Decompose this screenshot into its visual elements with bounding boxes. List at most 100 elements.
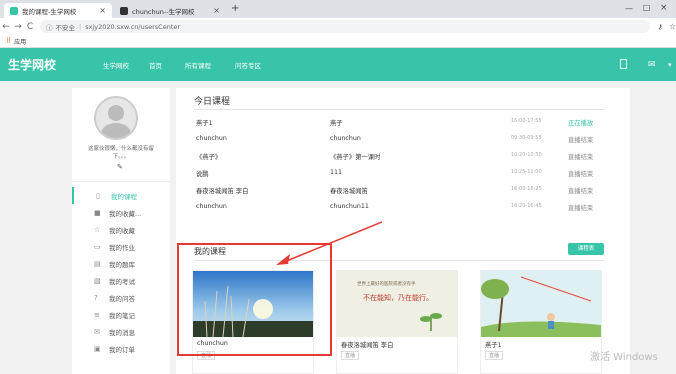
- close-window-icon[interactable]: ×: [660, 3, 668, 13]
- sidebar-item-my-courses[interactable]: ▯ 我的课程: [72, 187, 170, 204]
- menu-icon[interactable]: ▾: [668, 61, 672, 69]
- sidebar-item-label: 我的课程: [111, 192, 137, 201]
- edit-icon[interactable]: ✎: [117, 163, 123, 171]
- site-logo[interactable]: 生学网校: [8, 56, 56, 73]
- info-icon[interactable]: ⓘ: [46, 22, 53, 32]
- close-tab-icon[interactable]: ×: [99, 6, 106, 15]
- bookmark-star-icon[interactable]: ☆: [669, 22, 676, 31]
- plant-icon: [420, 313, 442, 331]
- exam-icon: ▧: [94, 276, 101, 285]
- nav-home[interactable]: 首页: [149, 60, 162, 70]
- maximize-icon[interactable]: □: [643, 3, 651, 12]
- order-icon: ▣: [94, 344, 101, 353]
- browser-tab-1[interactable]: 我的课程-生学网校 ×: [4, 3, 112, 18]
- lesson-time: 16:00-17:55: [511, 118, 542, 124]
- lesson-time: 09:30-09:55: [511, 135, 542, 141]
- lesson-name: 《燕子》第一课时: [330, 154, 381, 161]
- course-name: 《燕子》: [196, 154, 222, 161]
- course-card[interactable]: 世界上最好的医院或者没有手 不在能知，乃在能行。 春夜洛城闻笛 李白 直播: [336, 270, 458, 374]
- lesson-time: 16:20-16:45: [511, 203, 542, 209]
- activation-watermark: 激活 Windows: [590, 352, 658, 363]
- sidebar-item-label: 我的收藏...: [109, 209, 142, 218]
- status-badge: 直播结束: [568, 154, 594, 161]
- nav-home-brand[interactable]: 生学网校: [103, 60, 129, 70]
- status-badge: 直播结束: [568, 205, 594, 212]
- sidebar-item-label: 我的订单: [109, 345, 135, 354]
- apps-icon[interactable]: ⠿: [6, 37, 11, 45]
- close-tab-icon[interactable]: ×: [213, 6, 220, 15]
- reload-button[interactable]: C: [24, 22, 36, 32]
- status-badge: 直播结束: [568, 137, 594, 144]
- security-label: 不安全: [55, 23, 76, 32]
- course-card-title: 燕子1: [485, 342, 502, 349]
- avatar[interactable]: [94, 96, 138, 140]
- schedule-button[interactable]: 课程表: [568, 243, 604, 255]
- divider: [194, 109, 604, 110]
- course-name: 春夜洛城闻笛 李白: [196, 188, 249, 195]
- course-name: chunchun: [196, 203, 227, 210]
- message-icon[interactable]: ✉: [648, 60, 656, 70]
- site-favicon-icon: [120, 6, 128, 15]
- star-icon: ☆: [94, 225, 101, 234]
- book-icon: ▯: [96, 191, 100, 200]
- lesson-name: 燕子: [330, 120, 343, 127]
- url-input[interactable]: ⓘ 不安全 | sxjy2020.sxw.cn/usersCenter: [40, 20, 650, 33]
- sidebar-item-homework[interactable]: ▭ 我的作业: [72, 238, 170, 255]
- sidebar-item-exams[interactable]: ▧ 我的考试: [72, 272, 170, 289]
- folder-icon: ■: [94, 208, 101, 217]
- mail-icon: ✉: [94, 327, 100, 336]
- sidebar-item-label: 我的消息: [109, 328, 135, 337]
- sidebar-item-orders[interactable]: ▣ 我的订单: [72, 340, 170, 357]
- lesson-name: chunchun: [330, 135, 361, 142]
- today-row[interactable]: 春夜洛城闻笛 李白 春夜洛城闻笛 16:00-16:25 直播结束: [194, 182, 604, 198]
- sidebar-item-qa[interactable]: ? 我的问答: [72, 289, 170, 306]
- sidebar-item-my-folder[interactable]: ■ 我的收藏...: [72, 204, 170, 221]
- sidebar-item-question-bank[interactable]: ▤ 我的题库: [72, 255, 170, 272]
- user-bio: 这家伙很懒，什么都没有留下。。。: [87, 146, 154, 160]
- sidebar-item-favorites[interactable]: ☆ 我的收藏: [72, 221, 170, 238]
- status-badge: 直播结束: [568, 171, 594, 178]
- back-button[interactable]: ←: [0, 22, 12, 32]
- course-card[interactable]: 燕子1 直播: [480, 270, 602, 374]
- sidebar-item-label: 我的收藏: [109, 226, 135, 235]
- today-row[interactable]: 说鹏 111 10:25-11:00 直播结束: [194, 165, 604, 181]
- key-icon[interactable]: ⚷: [658, 23, 663, 31]
- today-row[interactable]: chunchun chunchun 09:30-09:55 直播结束: [194, 131, 604, 147]
- tab-title: 我的课程-生学网校: [22, 7, 77, 16]
- thumbnail-text: 世界上最好的医院或者没有手: [357, 282, 416, 287]
- course-name: chunchun: [196, 135, 227, 142]
- lesson-name: 111: [330, 169, 343, 176]
- lesson-time: 10:25-11:00: [511, 169, 542, 175]
- mobile-icon[interactable]: [620, 59, 627, 69]
- user-silhouette-icon: [101, 105, 131, 138]
- divider: [72, 181, 170, 182]
- course-thumbnail: 世界上最好的医院或者没有手 不在能知，乃在能行。: [337, 271, 457, 337]
- course-card-title: 春夜洛城闻笛 李白: [341, 342, 394, 349]
- browser-tab-2[interactable]: chunchun--生学网校 ×: [114, 3, 226, 18]
- sidebar-item-notes[interactable]: ≡ 我的笔记: [72, 306, 170, 323]
- annotation-arrow-icon: [276, 221, 383, 265]
- sidebar-item-messages[interactable]: ✉ 我的消息: [72, 323, 170, 340]
- minimize-icon[interactable]: —: [625, 4, 633, 13]
- today-row[interactable]: 《燕子》 《燕子》第一课时 10:20-10:50 直播结束: [194, 148, 604, 164]
- today-courses-title: 今日课程: [194, 97, 231, 107]
- lesson-name: chunchun11: [330, 203, 369, 210]
- status-badge[interactable]: 正在播放: [568, 118, 593, 127]
- nav-qa[interactable]: 问答专区: [235, 60, 261, 70]
- lesson-time: 16:00-16:25: [511, 186, 542, 192]
- question-icon: ?: [94, 293, 98, 302]
- question-bank-icon: ▤: [94, 259, 101, 268]
- browser-tab-bar: 我的课程-生学网校 × chunchun--生学网校 × + — □ ×: [0, 0, 676, 18]
- sidebar-item-label: 我的问答: [109, 294, 135, 303]
- live-badge: 直播: [485, 351, 504, 360]
- today-row[interactable]: 燕子1 燕子 16:00-17:55 正在播放: [194, 114, 604, 130]
- status-badge: 直播结束: [568, 188, 594, 195]
- new-tab-button[interactable]: +: [231, 3, 239, 14]
- apps-link[interactable]: 应用: [14, 37, 26, 46]
- user-sidebar: 这家伙很懒，什么都没有留下。。。 ✎ ▯ 我的课程 ■ 我的收藏... ☆ 我的…: [72, 88, 170, 374]
- forward-button[interactable]: →: [12, 22, 24, 32]
- nav-all-courses[interactable]: 所有课程: [185, 60, 211, 70]
- homework-icon: ▭: [94, 242, 101, 251]
- course-name: 燕子1: [196, 120, 213, 127]
- today-row[interactable]: chunchun chunchun11 16:20-16:45 直播结束: [194, 199, 604, 215]
